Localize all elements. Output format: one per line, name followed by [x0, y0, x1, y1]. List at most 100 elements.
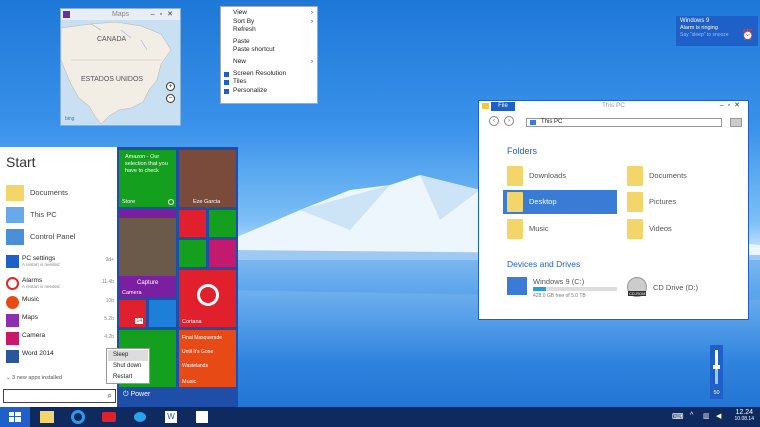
taskbar: W ⌨ ^ ▥ ◀ 12.24 10.08.14 — [0, 407, 760, 427]
forward-button[interactable]: › — [504, 116, 514, 126]
folder-documents[interactable]: Documents — [623, 164, 733, 188]
back-button[interactable]: ‹ — [489, 116, 499, 126]
speaker-icon[interactable]: ◀ — [716, 412, 721, 420]
headphones-icon — [6, 296, 19, 309]
taskbar-twitter[interactable] — [125, 407, 155, 427]
menu-item-new[interactable]: New › — [221, 58, 317, 67]
start-left-pane: Start Documents This PC Control Panel PC… — [0, 147, 117, 407]
ie-tile[interactable] — [149, 300, 176, 327]
folders-header: Folders — [507, 146, 538, 156]
drive-d-name[interactable]: CD Drive (D:) — [653, 283, 698, 292]
zoom-in-button[interactable]: + — [166, 82, 175, 91]
map-view[interactable]: CANADA ESTADOS UNIDOS + − bing — [61, 20, 180, 125]
start-search-input[interactable]: ⌕ — [3, 389, 116, 403]
map-label-canada: CANADA — [97, 36, 127, 43]
menu-item-refresh[interactable]: Refresh — [221, 26, 317, 35]
volume-slider[interactable]: 50 — [710, 345, 723, 399]
chevron-up-icon[interactable]: ^ — [690, 412, 693, 419]
windows-flag-icon — [224, 71, 229, 77]
power-shut-down[interactable]: Shut down — [108, 361, 148, 372]
menu-item-tiles[interactable]: Tiles — [221, 78, 317, 87]
power-button[interactable]: ⏻ Power — [123, 391, 150, 399]
menu-item-paste-shortcut[interactable]: Paste shortcut — [221, 46, 317, 55]
maps-title: Maps — [111, 11, 130, 18]
window-controls[interactable]: ‒▫✕ — [720, 101, 744, 109]
drives-header: Devices and Drives — [507, 259, 581, 269]
map-label-usa: ESTADOS UNIDOS — [81, 76, 144, 83]
app-music[interactable]: Music 10b — [6, 296, 114, 309]
keyboard-icon[interactable]: ⌨ — [672, 412, 684, 421]
pinned-documents[interactable]: Documents — [6, 183, 68, 203]
address-bar[interactable]: This PC — [526, 118, 722, 127]
folder-icon — [627, 219, 643, 239]
music-tile[interactable]: Final Masquerade Until It's Gone Wastela… — [179, 330, 236, 387]
drive-c-usage-bar — [533, 287, 617, 291]
camera-photo — [119, 218, 176, 276]
camera-tile[interactable]: Capture Camera — [119, 210, 176, 298]
maps-window[interactable]: Maps ‒▫✕ CANADA ESTADOS UNIDOS + − bing — [60, 8, 181, 126]
search-button[interactable] — [730, 118, 742, 127]
power-sleep[interactable]: Sleep — [108, 350, 148, 361]
explorer-title: This PC — [601, 102, 626, 109]
alarm-icon — [6, 277, 19, 290]
alarm-notification[interactable]: Windows 9 Alarm is ringing Say "sleep" t… — [676, 16, 758, 46]
app-alarms[interactable]: Alarms A restart is needed 11.4b — [6, 277, 114, 290]
app-pc-settings[interactable]: PC settings A restart is needed 9d+ — [6, 255, 114, 268]
folder-icon — [507, 192, 523, 212]
clock[interactable]: 12.24 10.08.14 — [735, 409, 754, 422]
pc-icon — [530, 120, 536, 125]
word-icon — [6, 350, 19, 363]
games-tile[interactable] — [179, 240, 206, 267]
calculator-tile[interactable] — [209, 210, 236, 237]
control-panel-icon — [6, 229, 24, 245]
folder-icon — [627, 166, 643, 186]
zoom-out-button[interactable]: − — [166, 94, 175, 103]
folder-videos[interactable]: Videos — [623, 217, 733, 241]
video-tile[interactable] — [179, 210, 206, 237]
volume-thumb[interactable] — [713, 365, 720, 369]
drive-c-name[interactable]: Windows 9 (C:) — [533, 277, 584, 286]
pinned-this-pc[interactable]: This PC — [6, 205, 57, 225]
folder-music[interactable]: Music — [503, 217, 613, 241]
gallery-tile[interactable] — [209, 240, 236, 267]
clock-date: 10.08.14 — [734, 416, 754, 422]
person-tile[interactable]: Eze Garcia — [179, 150, 236, 207]
menu-item-sort-by[interactable]: Sort By › — [221, 18, 317, 27]
windows-drive-icon — [507, 277, 527, 295]
app-camera[interactable]: Camera 4.2b — [6, 332, 114, 345]
taskbar-word[interactable]: W — [156, 407, 186, 427]
power-restart[interactable]: Restart — [108, 372, 148, 383]
pc-icon — [6, 207, 24, 223]
window-controls[interactable]: ‒▫✕ — [151, 9, 178, 20]
context-menu[interactable]: View › Sort By › Refresh Paste Paste short… — [220, 6, 318, 104]
folder-desktop[interactable]: Desktop — [503, 190, 617, 214]
folder-icon — [6, 185, 24, 201]
cortana-tile[interactable]: Cortana — [179, 270, 236, 327]
taskbar-tiles[interactable] — [187, 407, 217, 427]
explorer-window[interactable]: File This PC ‒▫✕ ‹ › This PC Folders Dow… — [478, 100, 749, 320]
folder-downloads[interactable]: Downloads — [503, 164, 613, 188]
store-tile[interactable]: Amazon - Our selection that you have to … — [119, 150, 176, 207]
taskbar-youtube[interactable] — [94, 407, 124, 427]
taskbar-ie[interactable] — [63, 407, 93, 427]
pinned-control-panel[interactable]: Control Panel — [6, 227, 75, 247]
health-tile[interactable]: 14 — [119, 300, 146, 327]
app-word[interactable]: Word 2014 — [6, 350, 114, 363]
maps-icon — [6, 314, 19, 327]
explorer-titlebar[interactable]: File This PC ‒▫✕ — [479, 101, 748, 111]
menu-item-paste[interactable]: Paste — [221, 38, 317, 47]
folder-icon — [507, 219, 523, 239]
start-button[interactable] — [0, 407, 30, 427]
menu-item-personalize[interactable]: Personalize — [221, 87, 317, 96]
taskbar-explorer[interactable] — [32, 407, 62, 427]
network-icon[interactable]: ▥ — [703, 412, 710, 420]
folder-pictures[interactable]: Pictures — [623, 190, 733, 214]
desktop[interactable]: Maps ‒▫✕ CANADA ESTADOS UNIDOS + − bing … — [0, 0, 760, 427]
app-maps[interactable]: Maps 5.2b — [6, 314, 114, 327]
maps-titlebar[interactable]: Maps ‒▫✕ — [61, 9, 180, 20]
power-menu[interactable]: Sleep Shut down Restart — [106, 348, 150, 384]
new-apps-installed[interactable]: ⌄ 3 new apps installed — [6, 375, 62, 381]
menu-item-view[interactable]: View › — [221, 9, 317, 18]
alarm-clock-icon: ⏰ — [741, 30, 754, 41]
menu-item-screen-resolution[interactable]: Screen Resolution — [221, 70, 317, 79]
